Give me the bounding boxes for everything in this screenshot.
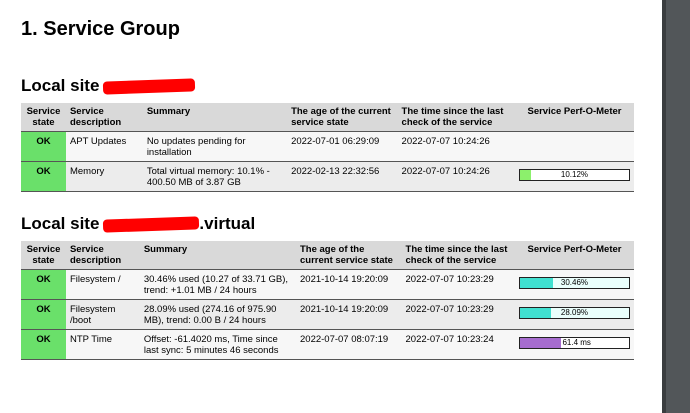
site-heading-1: Local site (21, 76, 196, 96)
perf-o-meter-cell: 61.4 ms (514, 329, 634, 360)
service-description[interactable]: Filesystem /boot (65, 299, 140, 330)
perf-o-meter-label: 10.12% (560, 170, 589, 179)
service-row[interactable]: OK Filesystem /boot 28.09% used (274.16 of… (21, 299, 634, 330)
last-check-time: 2022-07-07 10:23:24 (401, 329, 515, 360)
services-table-1: Service state Service description Summar… (21, 103, 634, 192)
header-last-check[interactable]: The time since the last check of the ser… (401, 241, 515, 270)
last-check-time: 2022-07-07 10:23:29 (401, 269, 515, 300)
service-row[interactable]: OK Memory Total virtual memory: 10.1% - 40… (21, 161, 634, 192)
site-prefix: Local site (21, 76, 100, 95)
service-description[interactable]: APT Updates (65, 131, 143, 162)
site-heading-2: Local site .virtual (21, 214, 255, 234)
state-age: 2022-07-01 06:29:09 (287, 131, 398, 162)
header-last-check[interactable]: The time since the last check of the ser… (397, 103, 515, 132)
perf-o-meter[interactable]: 28.09% (518, 307, 630, 319)
site-suffix: .virtual (199, 214, 256, 233)
state-badge: OK (21, 161, 66, 192)
perf-o-meter-cell: 10.12% (514, 161, 634, 192)
service-summary: Total virtual memory: 10.1% - 400.50 MB … (142, 161, 288, 192)
service-description[interactable]: NTP Time (65, 329, 140, 360)
header-summary[interactable]: Summary (142, 103, 288, 132)
last-check-time: 2022-07-07 10:23:29 (401, 299, 515, 330)
header-perf-o-meter: Service Perf-O-Meter (514, 103, 634, 132)
state-age: 2022-02-13 22:32:56 (287, 161, 398, 192)
header-state-age[interactable]: The age of the current service state (287, 103, 398, 132)
perf-o-meter-label: 28.09% (560, 308, 589, 317)
perf-o-meter[interactable]: 30.46% (518, 277, 630, 289)
service-summary: No updates pending for installation (142, 131, 288, 162)
services-table-2: Service state Service description Summar… (21, 241, 634, 360)
state-badge: OK (21, 269, 66, 300)
viewer-side-panel (662, 0, 690, 413)
state-age: 2021-10-14 19:20:09 (296, 269, 402, 300)
header-service-state[interactable]: Service state (21, 103, 66, 132)
page-title: 1. Service Group (21, 18, 180, 40)
table-header-row: Service state Service description Summar… (21, 241, 634, 270)
header-summary[interactable]: Summary (139, 241, 296, 270)
service-row[interactable]: OK Filesystem /30.46% used (10.27 of 33.7… (21, 269, 634, 300)
redaction-mark (103, 216, 200, 233)
state-age: 2021-10-14 19:20:09 (296, 299, 402, 330)
last-check-time: 2022-07-07 10:24:26 (397, 131, 515, 162)
perf-o-meter-cell: 28.09% (514, 299, 634, 330)
header-service-description[interactable]: Service description (65, 103, 143, 132)
service-row[interactable]: OK APT Updates No updates pending for inst… (21, 131, 634, 162)
site-prefix: Local site (21, 214, 100, 233)
perf-o-meter[interactable]: 10.12% (518, 169, 630, 181)
service-summary: 28.09% used (274.16 of 975.90 MB), trend… (139, 299, 296, 330)
perf-o-meter-cell (514, 131, 634, 162)
table-header-row: Service state Service description Summar… (21, 103, 634, 132)
header-state-age[interactable]: The age of the current service state (296, 241, 402, 270)
perf-o-meter-label: 30.46% (560, 278, 589, 287)
perf-o-meter-cell: 30.46% (514, 269, 634, 300)
service-summary: 30.46% used (10.27 of 33.71 GB), trend: … (139, 269, 296, 300)
service-row[interactable]: OK NTP Time Offset: -61.4020 ms, Time sinc… (21, 329, 634, 360)
state-age: 2022-07-07 08:07:19 (296, 329, 402, 360)
redaction-mark (103, 78, 196, 95)
report-page: 1. Service Group Local site Service stat… (0, 0, 662, 413)
state-badge: OK (21, 299, 66, 330)
perf-o-meter[interactable]: 61.4 ms (518, 337, 630, 349)
state-badge: OK (21, 131, 66, 162)
state-badge: OK (21, 329, 66, 360)
header-perf-o-meter: Service Perf-O-Meter (514, 241, 634, 270)
perf-o-meter-label: 61.4 ms (562, 338, 591, 347)
header-service-state[interactable]: Service state (21, 241, 66, 270)
service-description[interactable]: Memory (65, 161, 143, 192)
last-check-time: 2022-07-07 10:24:26 (397, 161, 515, 192)
service-description[interactable]: Filesystem / (65, 269, 140, 300)
service-summary: Offset: -61.4020 ms, Time since last syn… (139, 329, 296, 360)
header-service-description[interactable]: Service description (65, 241, 140, 270)
